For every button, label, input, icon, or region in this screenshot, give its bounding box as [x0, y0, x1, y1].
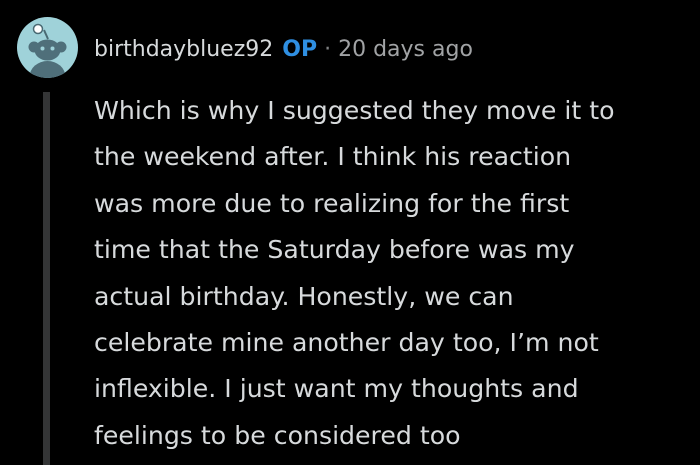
- comment-timestamp[interactable]: 20 days ago: [338, 37, 473, 62]
- snoo-avatar-icon: [28, 23, 67, 78]
- comment-body-line: was more due to realizing for the first: [94, 188, 570, 218]
- comment-body-line: actual birthday. Honestly, we can: [94, 281, 514, 311]
- comment-body-line: feelings to be considered too: [94, 420, 461, 450]
- comment-meta: birthdaybluez92 OP · 20 days ago: [94, 31, 473, 67]
- user-avatar[interactable]: [17, 17, 78, 78]
- comment-body: Which is why I suggested they move it to…: [94, 88, 694, 459]
- comment-body-line: time that the Saturday before was my: [94, 235, 575, 265]
- comment-body-line: the weekend after. I think his reaction: [94, 142, 572, 172]
- comment: birthdaybluez92 OP · 20 days ago Which i…: [0, 0, 700, 465]
- op-badge: OP: [282, 36, 318, 62]
- meta-separator: ·: [324, 36, 332, 62]
- comment-body-line: celebrate mine another day too, I’m not: [94, 328, 599, 358]
- thread-collapse-line[interactable]: [43, 92, 50, 465]
- comment-body-line: inflexible. I just want my thoughts and: [94, 374, 579, 404]
- comment-body-line: Which is why I suggested they move it to: [94, 96, 615, 125]
- username-link[interactable]: birthdaybluez92: [94, 37, 273, 62]
